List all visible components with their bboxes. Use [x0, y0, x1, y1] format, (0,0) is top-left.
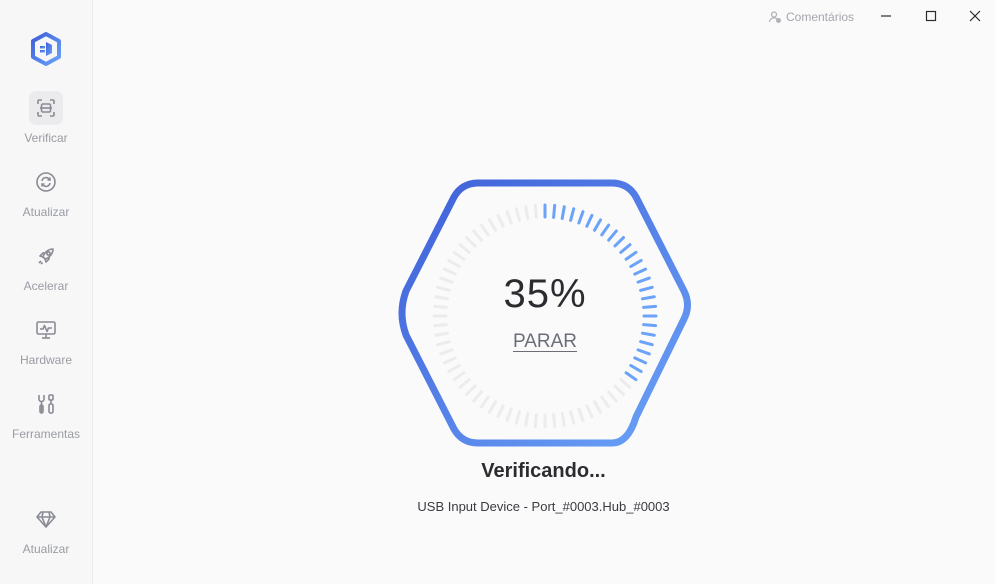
progress-tick-done: [619, 243, 632, 254]
progress-tick-pending: [458, 243, 471, 254]
progress-percent: 35%: [503, 272, 587, 316]
refresh-icon: [29, 165, 63, 199]
sidebar-item-atualizar[interactable]: Atualizar: [0, 165, 92, 229]
progress-tick-pending: [439, 348, 454, 356]
driver-logo-icon: [29, 31, 63, 67]
feedback-label: Comentários: [786, 10, 855, 24]
progress-tick-done: [585, 213, 594, 228]
progress-tick-done: [629, 259, 643, 268]
progress-tick-pending: [452, 250, 466, 261]
progress-tick-pending: [465, 384, 477, 396]
progress-tick-pending: [613, 384, 625, 396]
sidebar-item-label: Hardware: [19, 353, 73, 367]
progress-tick-pending: [452, 371, 466, 382]
progress-tick-pending: [619, 378, 632, 389]
progress-tick-done: [569, 207, 576, 222]
progress-tick-done: [629, 364, 643, 373]
progress-tick-pending: [436, 340, 451, 347]
app-window: Verificar Atualizar Acelerar Hardware Fe…: [0, 0, 995, 584]
minimize-button[interactable]: [876, 6, 896, 26]
scan-status: Verificando... USB Input Device - Port_#…: [0, 460, 995, 514]
sidebar-item-label: Atualizar: [22, 205, 70, 219]
progress-tick-pending: [434, 331, 450, 337]
progress-tick-done: [577, 210, 585, 225]
tools-icon: [29, 387, 63, 421]
sidebar-item-acelerar[interactable]: Acelerar: [0, 239, 92, 303]
close-button[interactable]: [965, 6, 985, 26]
sidebar-item-label: Ferramentas: [11, 427, 81, 441]
progress-tick-pending: [465, 236, 477, 248]
progress-tick-pending: [496, 213, 505, 228]
progress-tick-done: [552, 203, 557, 219]
sidebar-item-label: Atualizar: [22, 542, 70, 556]
progress-tick-pending: [524, 205, 530, 221]
progress-tick-pending: [505, 210, 513, 225]
progress-tick-pending: [600, 395, 611, 409]
progress-tick-done: [633, 356, 648, 365]
sidebar-item-hardware[interactable]: Hardware: [0, 313, 92, 377]
progress-tick-pending: [585, 404, 594, 419]
progress-tick-pending: [533, 413, 538, 429]
minimize-icon: [881, 15, 891, 17]
progress-tick-pending: [533, 203, 538, 219]
monitor-icon: [29, 313, 63, 347]
progress-tick-pending: [593, 400, 602, 414]
progress-tick-done: [624, 371, 638, 382]
progress-tick-done: [613, 236, 625, 248]
maximize-icon: [925, 10, 937, 22]
progress-tick-pending: [524, 411, 530, 427]
progress-tick-pending: [505, 407, 513, 422]
progress-tick-pending: [432, 323, 448, 328]
close-icon: [969, 10, 981, 22]
progress-tick-pending: [560, 411, 566, 427]
sidebar-item-label: Acelerar: [23, 279, 69, 293]
progress-tick-pending: [488, 218, 497, 232]
progress-tick-pending: [577, 407, 585, 422]
scan-icon: [29, 91, 63, 125]
progress-tick-done: [642, 323, 658, 328]
progress-tick-done: [639, 340, 654, 347]
progress-tick-pending: [447, 259, 461, 268]
sidebar-item-verificar[interactable]: Verificar: [0, 91, 92, 155]
progress-tick-done: [560, 205, 566, 221]
feedback-button[interactable]: Comentários: [768, 8, 854, 26]
progress-tick-pending: [552, 413, 557, 429]
progress-tick-pending: [607, 390, 618, 403]
progress-tick-pending: [447, 364, 461, 373]
sidebar-item-label: Verificar: [24, 131, 68, 145]
progress-tick-pending: [442, 356, 457, 365]
progress-tick-done: [593, 218, 602, 232]
progress-tick-done: [600, 223, 611, 237]
progress-tick-pending: [514, 410, 521, 425]
progress-tick-pending: [569, 410, 576, 425]
progress-tick-pending: [472, 229, 483, 242]
rocket-icon: [29, 239, 63, 273]
progress-tick-pending: [479, 223, 490, 237]
progress-tick-pending: [458, 378, 471, 389]
status-title: Verificando...: [481, 460, 606, 482]
sidebar-item-ferramentas[interactable]: Ferramentas: [0, 387, 92, 451]
progress-tick-done: [624, 250, 638, 261]
maximize-button[interactable]: [921, 6, 941, 26]
progress-tick-done: [607, 229, 618, 242]
user-feedback-icon: [768, 11, 781, 23]
progress-tick-pending: [496, 404, 505, 419]
progress-tick-pending: [472, 390, 483, 403]
progress-tick-pending: [514, 207, 521, 222]
progress-tick-pending: [488, 400, 497, 414]
progress-tick-done: [640, 331, 656, 337]
stop-button[interactable]: PARAR: [498, 331, 592, 353]
progress-tick-pending: [479, 395, 490, 409]
current-device: USB Input Device - Port_#0003.Hub_#0003: [417, 499, 670, 514]
progress-tick-done: [636, 348, 651, 356]
